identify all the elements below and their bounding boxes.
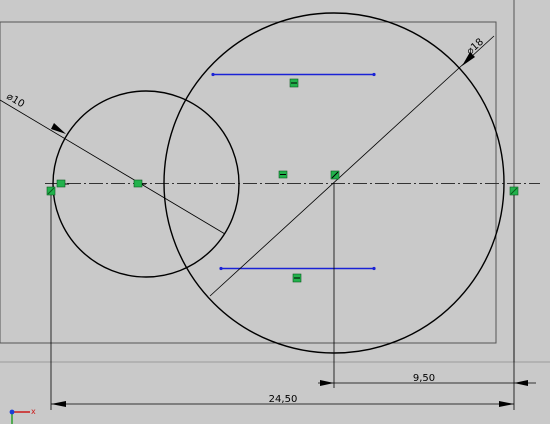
dimension-partial-label[interactable]: 9,50 [413, 373, 435, 384]
relation-marker-midpoint[interactable] [278, 170, 288, 179]
graphics-area-background [0, 0, 550, 424]
dimension-total-label[interactable]: 24,50 [269, 394, 298, 405]
construction-line-top-endpoint-left[interactable] [211, 72, 215, 77]
construction-line-bottom-endpoint-left[interactable] [219, 266, 223, 271]
construction-line-bottom-endpoint-right[interactable] [372, 266, 376, 271]
sketch-canvas[interactable]: ⌀10 ⌀18 9,50 24,50 x [0, 0, 550, 424]
relation-marker-large-center[interactable] [330, 170, 340, 180]
relation-marker-left-endpoint[interactable] [46, 186, 56, 196]
sketch-svg[interactable]: ⌀10 ⌀18 9,50 24,50 x [0, 0, 550, 424]
relation-marker-top-line[interactable] [289, 78, 299, 88]
relation-marker-right-endpoint[interactable] [509, 186, 519, 196]
axis-x-label: x [31, 407, 36, 416]
construction-line-top-endpoint-right[interactable] [372, 72, 376, 77]
relation-marker-bottom-line[interactable] [292, 273, 302, 283]
